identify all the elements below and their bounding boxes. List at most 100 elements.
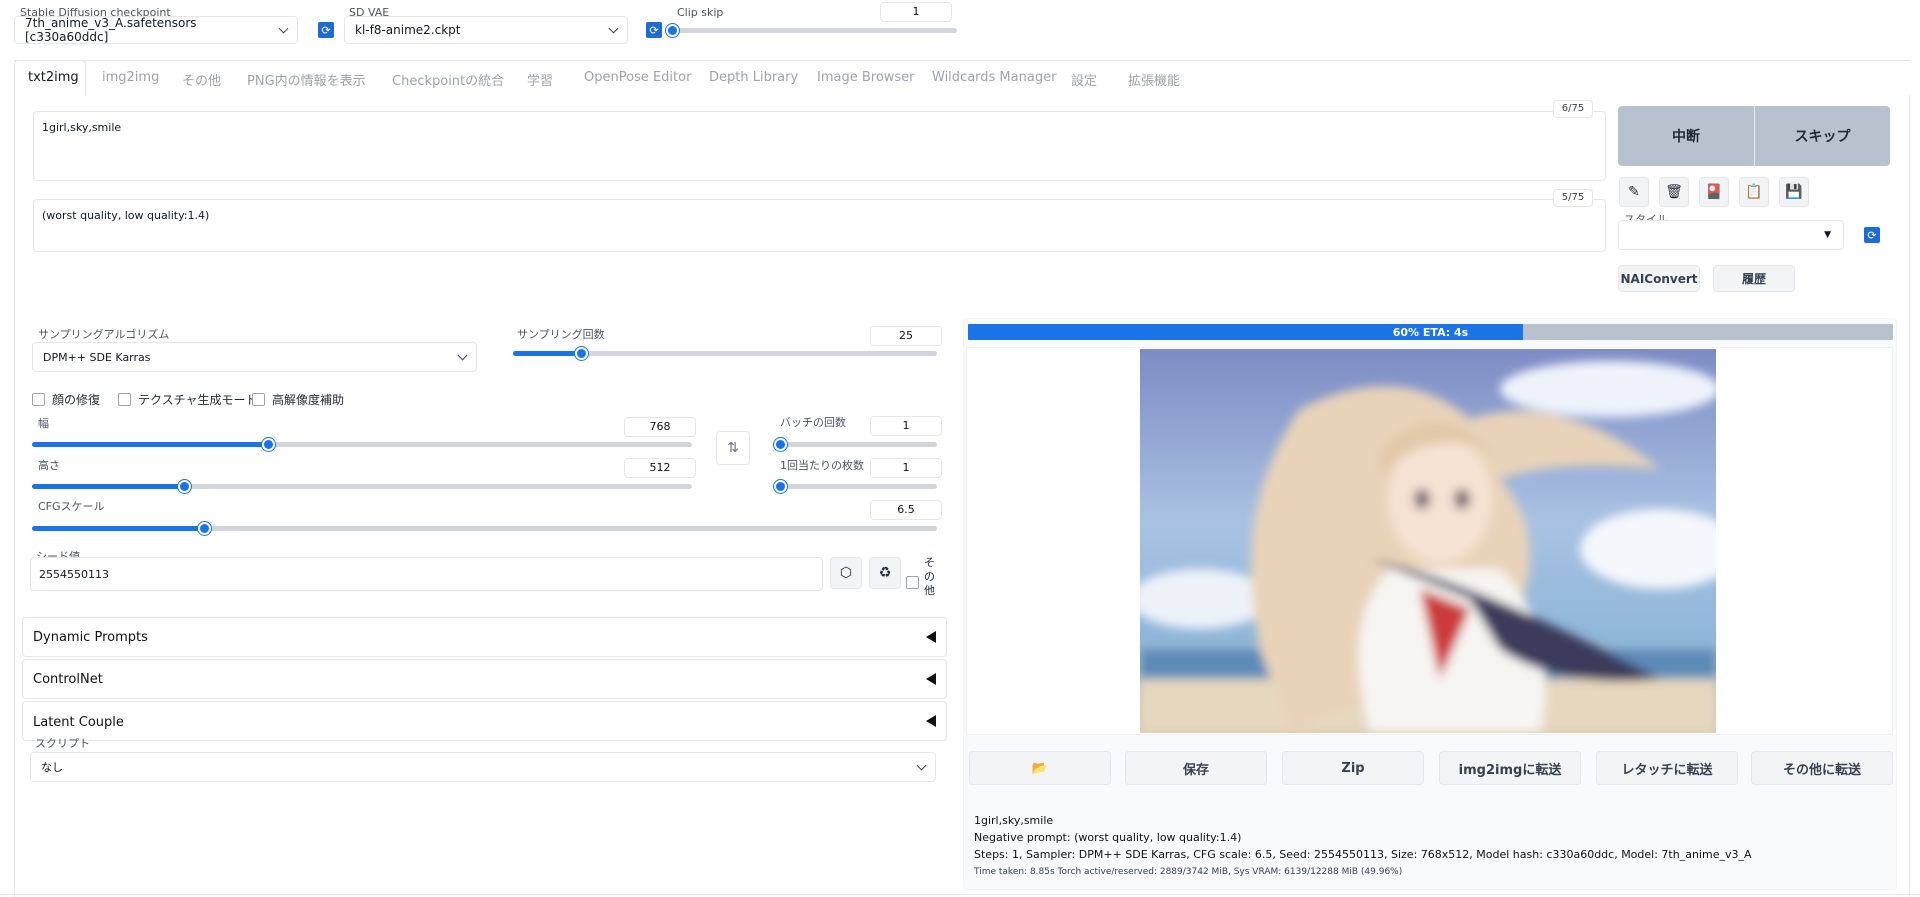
checkpoint-refresh-button[interactable]: ⟳ — [318, 22, 334, 38]
restore-faces-label: 顔の修復 — [52, 393, 101, 407]
hires-fix-checkbox[interactable] — [252, 393, 265, 406]
batch-count-number[interactable]: 1 — [870, 416, 942, 436]
apply-style-button[interactable]: 📋 — [1739, 177, 1769, 207]
height-label: 高さ — [38, 459, 60, 472]
negative-prompt-textarea[interactable]: (worst quality, low quality:1.4) — [33, 199, 1606, 252]
cfg-scale-label: CFGスケール — [38, 500, 105, 513]
checkpoint-select[interactable]: 7th_anime_v3_A.safetensors [c330a60ddc] — [14, 16, 298, 44]
clip-skip-label: Clip skip — [677, 6, 724, 19]
send-to-extras-button[interactable]: その他に転送 — [1751, 751, 1893, 785]
read-params-button[interactable]: ✎ — [1619, 177, 1649, 207]
clip-skip-slider[interactable] — [666, 24, 957, 37]
random-seed-button[interactable]: ⬡ — [830, 557, 862, 589]
tab-depth-library[interactable]: Depth Library — [709, 70, 798, 85]
tab-checkpoint-merge[interactable]: Checkpointの統合 — [392, 70, 504, 89]
height-number[interactable]: 512 — [624, 458, 696, 478]
save-button[interactable]: 保存 — [1125, 751, 1267, 785]
swap-icon: ⇅ — [727, 440, 739, 456]
width-slider[interactable] — [32, 438, 692, 451]
script-label: スクリプト — [35, 737, 90, 750]
checkpoint-value: 7th_anime_v3_A.safetensors [c330a60ddc] — [25, 16, 197, 44]
interrupt-button[interactable]: 中断 — [1618, 106, 1754, 166]
batch-size-slider[interactable] — [774, 480, 937, 493]
tiling-checkbox[interactable] — [118, 393, 131, 406]
tiling-label: テクスチャ生成モード — [138, 393, 258, 407]
generated-image[interactable] — [1140, 349, 1716, 733]
send-to-inpaint-button[interactable]: レタッチに転送 — [1596, 751, 1738, 785]
style-refresh-button[interactable]: ⟳ — [1864, 227, 1880, 243]
info-prompt: 1girl,sky,smile — [974, 814, 1054, 827]
send-to-img2img-button[interactable]: img2imgに転送 — [1439, 751, 1581, 785]
open-folder-button[interactable]: 📂 — [969, 751, 1111, 785]
width-number[interactable]: 768 — [624, 417, 696, 437]
tab-train[interactable]: 学習 — [527, 70, 553, 89]
batch-size-number[interactable]: 1 — [870, 458, 942, 478]
batch-count-slider[interactable] — [774, 438, 937, 451]
cfg-scale-number[interactable]: 6.5 — [870, 500, 942, 520]
sampling-steps-number[interactable]: 25 — [870, 326, 942, 346]
accordion-dynamic-prompts[interactable]: Dynamic Prompts — [22, 617, 947, 657]
tab-extras[interactable]: その他 — [182, 70, 221, 89]
history-button[interactable]: 履歴 — [1713, 265, 1795, 292]
vae-refresh-button[interactable]: ⟳ — [646, 22, 662, 38]
script-select[interactable]: なし — [30, 752, 936, 782]
pen-icon: ✎ — [1628, 184, 1640, 200]
chevron-down-icon — [457, 350, 468, 360]
sampling-steps-slider[interactable] — [513, 347, 937, 360]
sampling-method-value: DPM++ SDE Karras — [43, 350, 151, 364]
tab-txt2img[interactable]: txt2img — [28, 70, 79, 85]
card-icon: 🎴 — [1705, 184, 1723, 200]
floppy-icon: 💾 — [1785, 184, 1803, 200]
zip-button[interactable]: Zip — [1282, 751, 1424, 785]
collapse-triangle-icon — [926, 673, 936, 685]
tab-settings[interactable]: 設定 — [1071, 70, 1097, 89]
sampling-method-select[interactable]: DPM++ SDE Karras — [32, 342, 477, 372]
accordion-title: Dynamic Prompts — [33, 629, 148, 645]
folder-icon: 📂 — [1031, 760, 1049, 776]
accordion-title: ControlNet — [33, 671, 103, 687]
script-value: なし — [41, 761, 63, 774]
generated-image-art — [1140, 349, 1716, 733]
tab-image-browser[interactable]: Image Browser — [817, 70, 915, 85]
info-performance: Time taken: 8.85s Torch active/reserved:… — [974, 867, 1403, 877]
skip-button[interactable]: スキップ — [1755, 106, 1890, 166]
refresh-icon: ⟳ — [1867, 228, 1877, 242]
height-slider[interactable] — [32, 480, 692, 493]
tab-wildcards-manager[interactable]: Wildcards Manager — [932, 70, 1056, 85]
sampling-steps-label: サンプリング回数 — [517, 328, 605, 341]
restore-faces-checkbox[interactable] — [32, 393, 45, 406]
extra-networks-button[interactable]: 🎴 — [1699, 177, 1729, 207]
naiconvert-button[interactable]: NAIConvert — [1618, 265, 1700, 292]
style-select[interactable]: ▼ — [1618, 220, 1844, 250]
dice-icon: ⬡ — [839, 565, 853, 581]
accordion-title: Latent Couple — [33, 715, 124, 730]
clipboard-icon: 📋 — [1745, 184, 1763, 200]
clip-skip-number[interactable]: 1 — [880, 2, 952, 22]
cfg-scale-slider[interactable] — [32, 522, 937, 535]
clear-prompt-button[interactable]: 🗑 — [1659, 177, 1689, 207]
seed-input[interactable]: 2554550113 — [30, 557, 823, 591]
tab-img2img[interactable]: img2img — [102, 70, 159, 85]
refresh-icon: ⟳ — [649, 23, 659, 37]
hires-fix-label: 高解像度補助 — [272, 393, 345, 407]
chevron-down-icon — [278, 23, 289, 33]
collapse-triangle-icon — [926, 631, 936, 643]
vae-select[interactable]: kl-f8-anime2.ckpt — [344, 16, 628, 44]
negative-token-counter: 5/75 — [1553, 189, 1593, 207]
info-parameters: Steps: 1, Sampler: DPM++ SDE Karras, CFG… — [974, 848, 1752, 861]
swap-dimensions-button[interactable]: ⇅ — [716, 431, 750, 465]
save-style-button[interactable]: 💾 — [1779, 177, 1809, 207]
prompt-textarea[interactable]: 1girl,sky,smile — [33, 111, 1606, 181]
prompt-token-counter: 6/75 — [1553, 100, 1593, 118]
caret-down-icon: ▼ — [1824, 230, 1831, 240]
accordion-controlnet[interactable]: ControlNet — [22, 659, 947, 699]
tab-png-info[interactable]: PNG内の情報を表示 — [247, 70, 366, 89]
extra-seed-checkbox[interactable] — [906, 576, 919, 589]
refresh-icon: ⟳ — [321, 23, 331, 37]
reuse-seed-button[interactable]: ♻ — [869, 557, 901, 589]
tab-openpose-editor[interactable]: OpenPose Editor — [584, 70, 691, 85]
accordion-latent-couple[interactable]: Latent Couple — [22, 701, 947, 741]
tab-divider — [14, 60, 1910, 61]
tab-extensions[interactable]: 拡張機能 — [1128, 70, 1180, 89]
sampling-method-label: サンプリングアルゴリズム — [38, 328, 170, 341]
